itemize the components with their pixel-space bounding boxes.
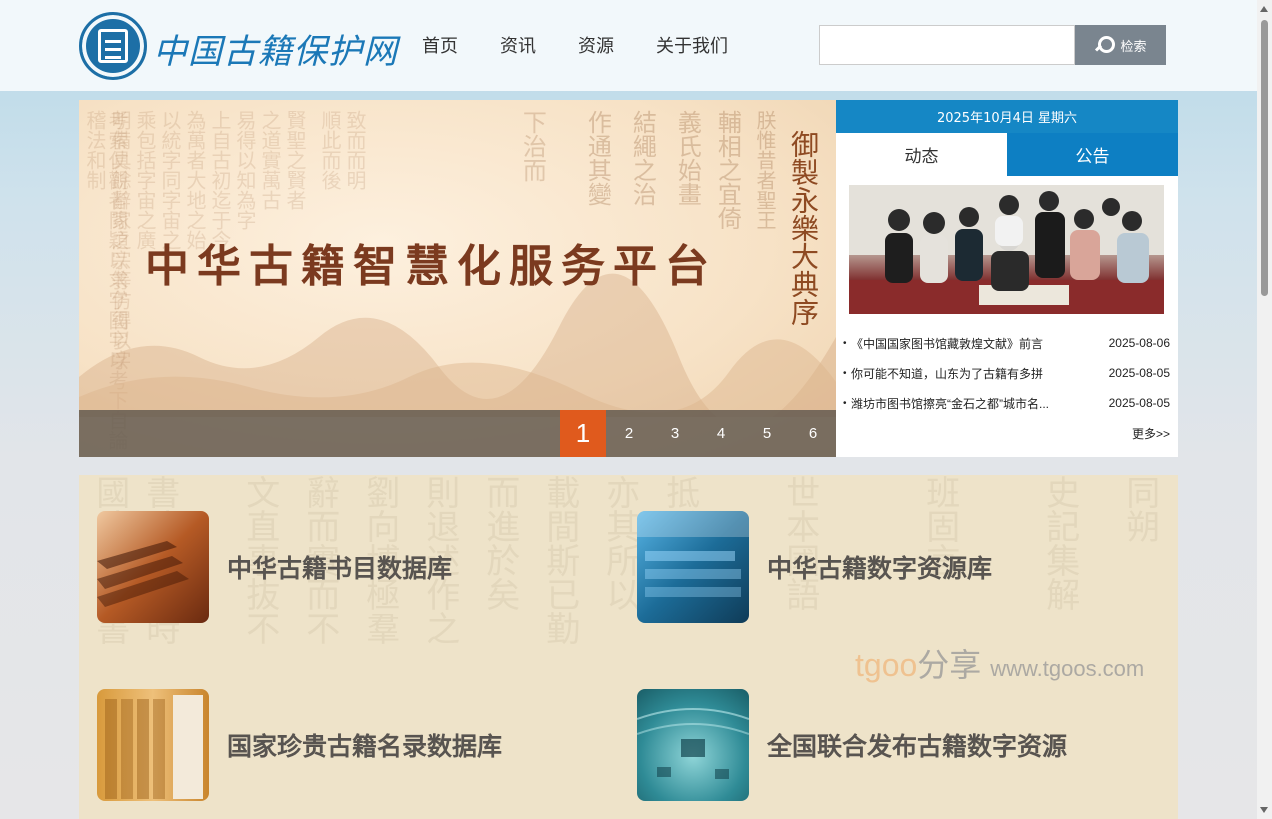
news-item-date: 2025-08-06 bbox=[1108, 336, 1170, 350]
database-label: 全国联合发布古籍数字资源 bbox=[767, 732, 1068, 761]
calligraphy-background-icon: 義氏始畫 bbox=[673, 110, 702, 206]
bullet-icon: • bbox=[843, 367, 847, 379]
nav-item-about[interactable]: 关于我们 bbox=[656, 32, 728, 58]
rare-books-icon bbox=[97, 689, 209, 801]
digital-archive-icon bbox=[637, 511, 749, 623]
calligraphy-background-icon: 之道實萬古 bbox=[258, 110, 282, 210]
banner-pager: 1 2 3 4 5 6 bbox=[79, 410, 836, 457]
news-photo[interactable] bbox=[849, 185, 1164, 314]
database-card-joint-release[interactable]: 全国联合发布古籍数字资源 bbox=[637, 689, 1157, 801]
current-date: 2025年10月4日 星期六 bbox=[836, 100, 1178, 133]
calligraphy-background-icon: 朕惟昔者聖王 bbox=[753, 110, 777, 230]
books-stack-icon bbox=[97, 511, 209, 623]
database-label: 中华古籍数字资源库 bbox=[767, 554, 993, 583]
calligraphy-background-icon: 作通其變 bbox=[583, 110, 612, 206]
database-card-digital[interactable]: 中华古籍数字资源库 bbox=[637, 511, 1157, 623]
pager-button-3[interactable]: 3 bbox=[652, 410, 698, 457]
pager-button-4[interactable]: 4 bbox=[698, 410, 744, 457]
hero-banner[interactable]: 考索仗觀者閱穎以求字國字以考下自論稽法和制 明備具餘辭家之宗等仿得以字 乘包括字… bbox=[79, 100, 836, 457]
database-section: 國才世當書 書才世言時 文直事抜不 辭而實而不 劉向博極羣 則退述作之 而進於矣… bbox=[79, 475, 1178, 819]
bullet-icon: • bbox=[843, 397, 847, 409]
calligraphy-background-icon: 結繩之治 bbox=[628, 110, 657, 206]
database-label: 中华古籍书目数据库 bbox=[227, 554, 453, 583]
news-item-title: 潍坊市图书馆擦亮“金石之都”城市名... bbox=[851, 396, 1049, 411]
banner-title: 中华古籍智慧化服务平台 bbox=[145, 241, 717, 292]
scroll-down-arrow-icon[interactable] bbox=[1260, 807, 1268, 813]
calligraphy-background-icon: 下治而 bbox=[518, 110, 547, 182]
tab-announcements[interactable]: 公告 bbox=[1007, 133, 1178, 176]
list-item[interactable]: • 你可能不知道，山东为了古籍有多拼 2025-08-05 bbox=[843, 358, 1170, 388]
site-logo[interactable]: 中国古籍保护网 bbox=[79, 12, 397, 82]
calligraphy-background-icon: 以統字同字宙之 bbox=[158, 110, 182, 250]
calligraphy-background-icon: 輔相之宜倚 bbox=[713, 110, 742, 230]
search-icon bbox=[1094, 35, 1116, 55]
calligraphy-background-icon: 賢聖之賢者 bbox=[283, 110, 307, 210]
news-more-link[interactable]: 更多>> bbox=[1132, 425, 1170, 442]
database-card-catalog[interactable]: 中华古籍书目数据库 bbox=[97, 511, 617, 623]
circuit-board-icon bbox=[637, 689, 749, 801]
database-label: 国家珍贵古籍名录数据库 bbox=[227, 732, 503, 761]
database-card-rare-books[interactable]: 国家珍贵古籍名录数据库 bbox=[97, 689, 617, 801]
pager-button-6[interactable]: 6 bbox=[790, 410, 836, 457]
group-photo-icon bbox=[849, 185, 1164, 314]
list-item[interactable]: • 潍坊市图书馆擦亮“金石之都”城市名... 2025-08-05 bbox=[843, 388, 1170, 418]
calligraphy-background-icon: 乘包括字宙之廣 bbox=[133, 110, 157, 250]
nav-item-resources[interactable]: 资源 bbox=[578, 32, 614, 58]
pager-button-5[interactable]: 5 bbox=[744, 410, 790, 457]
page-scrollbar[interactable] bbox=[1257, 0, 1272, 819]
scroll-up-arrow-icon[interactable] bbox=[1260, 6, 1268, 12]
scroll-thumb[interactable] bbox=[1261, 20, 1268, 296]
main-nav: 首页 资讯 资源 关于我们 bbox=[422, 32, 770, 58]
news-panel: 2025年10月4日 星期六 动态 公告 • 《中国国家图书馆藏敦煌文献》前言 … bbox=[836, 100, 1178, 457]
news-item-date: 2025-08-05 bbox=[1108, 366, 1170, 380]
list-item[interactable]: • 《中国国家图书馆藏敦煌文献》前言 2025-08-06 bbox=[843, 328, 1170, 358]
calligraphy-background-icon: 為萬者大地之始 bbox=[183, 110, 207, 250]
pager-button-1[interactable]: 1 bbox=[560, 410, 606, 457]
pager-button-2[interactable]: 2 bbox=[606, 410, 652, 457]
news-item-title: 你可能不知道，山东为了古籍有多拼 bbox=[851, 366, 1044, 381]
tab-updates[interactable]: 动态 bbox=[836, 133, 1007, 176]
site-header: 中国古籍保护网 首页 资讯 资源 关于我们 检索 bbox=[0, 0, 1257, 91]
banner-side-title: 御製永樂大典序 bbox=[787, 130, 820, 326]
calligraphy-background-icon: 致而而明 bbox=[343, 110, 367, 190]
news-tabs: 动态 公告 bbox=[836, 133, 1178, 176]
logo-seal-icon bbox=[79, 12, 147, 80]
news-item-date: 2025-08-05 bbox=[1108, 396, 1170, 410]
news-list: • 《中国国家图书馆藏敦煌文献》前言 2025-08-06 • 你可能不知道，山… bbox=[843, 328, 1170, 418]
calligraphy-background-icon: 順此而後 bbox=[318, 110, 342, 190]
nav-item-news[interactable]: 资讯 bbox=[500, 32, 536, 58]
bullet-icon: • bbox=[843, 337, 847, 349]
calligraphy-background-icon: 易得以知為字 bbox=[233, 110, 257, 230]
search-input[interactable] bbox=[819, 25, 1075, 65]
search-button-label: 检索 bbox=[1120, 39, 1147, 55]
site-name: 中国古籍保护网 bbox=[153, 32, 398, 72]
search-button[interactable]: 检索 bbox=[1075, 25, 1166, 65]
nav-item-home[interactable]: 首页 bbox=[422, 32, 458, 58]
news-item-title: 《中国国家图书馆藏敦煌文献》前言 bbox=[851, 336, 1044, 351]
calligraphy-background-icon: 上自古初迄于今 bbox=[208, 110, 232, 250]
